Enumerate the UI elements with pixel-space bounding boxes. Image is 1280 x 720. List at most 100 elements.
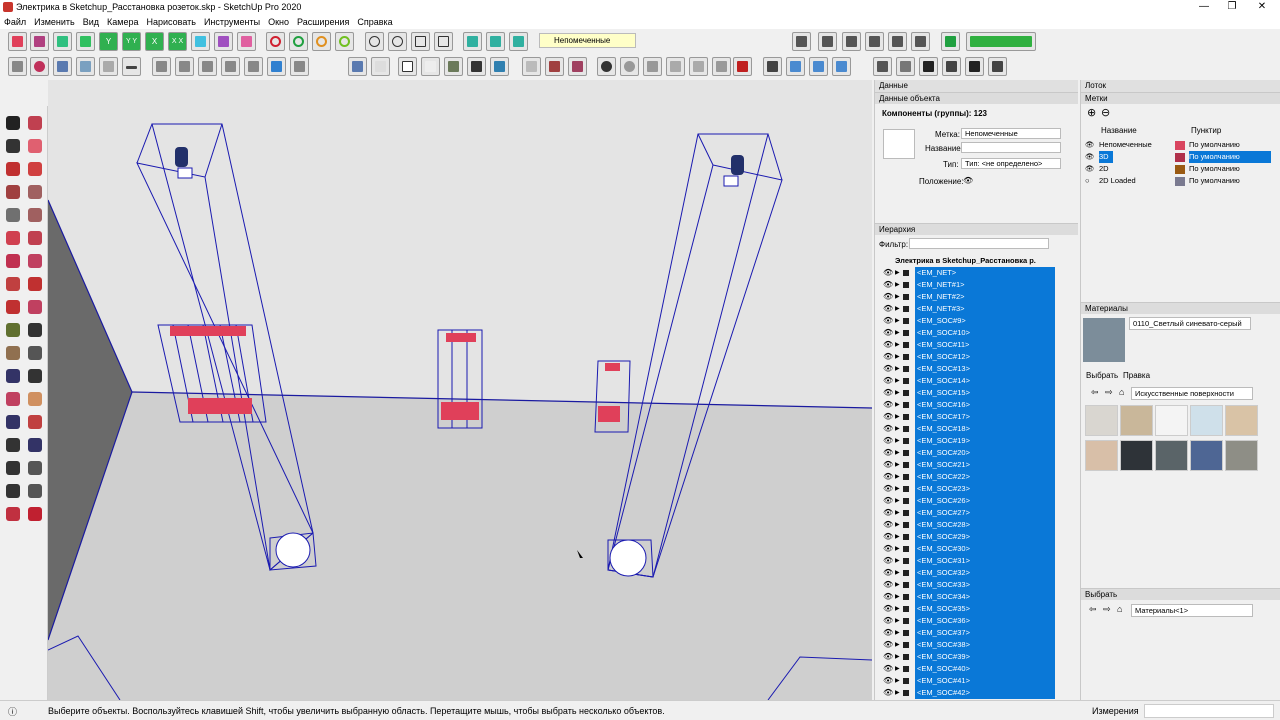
- expand-arrow-icon[interactable]: ▶: [895, 291, 900, 303]
- material-tab-select[interactable]: Выбрать: [1086, 371, 1118, 380]
- expand-horizontal-icon[interactable]: [463, 32, 482, 51]
- axes-tool-icon[interactable]: [941, 32, 960, 51]
- visibility-eye-icon[interactable]: 👁: [963, 176, 973, 185]
- expand-arrow-icon[interactable]: ▶: [895, 675, 900, 687]
- outliner-row[interactable]: 👁 ▶ <EM_SOC#40>: [875, 663, 1055, 675]
- yy-axis-button[interactable]: Y Y: [122, 32, 141, 51]
- curve-red-icon[interactable]: [266, 32, 285, 51]
- tags-header[interactable]: Метки: [1081, 92, 1280, 104]
- outliner-row[interactable]: 👁 ▶ <EM_SOC#19>: [875, 435, 1055, 447]
- menu-view[interactable]: Вид: [83, 15, 99, 29]
- tag-color-swatch[interactable]: [1175, 165, 1185, 174]
- visibility-eye-icon[interactable]: 👁: [883, 603, 893, 615]
- tag-row[interactable]: ○ 2D Loaded По умолчанию: [1081, 175, 1271, 187]
- expand-arrow-icon[interactable]: ▶: [895, 315, 900, 327]
- left-tool-26-icon[interactable]: [26, 390, 44, 408]
- material-library-select[interactable]: Искусственные поверхности: [1131, 387, 1253, 400]
- scene-3-icon[interactable]: [643, 57, 662, 76]
- maximize-button[interactable]: ❐: [1222, 1, 1242, 13]
- left-tool-34-icon[interactable]: [26, 482, 44, 500]
- style-shaded-icon[interactable]: [444, 57, 463, 76]
- visibility-eye-icon[interactable]: 👁: [883, 615, 893, 627]
- tool-c-icon[interactable]: [198, 57, 217, 76]
- expand-arrow-icon[interactable]: ▶: [895, 627, 900, 639]
- select-header[interactable]: Выбрать: [1081, 588, 1280, 600]
- outliner-row[interactable]: 👁 ▶ <EM_SOC#28>: [875, 519, 1055, 531]
- red-square-tool-button[interactable]: [8, 32, 27, 51]
- purple-square-tool-button[interactable]: [30, 32, 49, 51]
- left-tool-30-icon[interactable]: [26, 436, 44, 454]
- circle-cross-2-icon[interactable]: [388, 32, 407, 51]
- menu-extensions[interactable]: Расширения: [297, 15, 349, 29]
- tool-a-icon[interactable]: [152, 57, 171, 76]
- expand-arrow-icon[interactable]: ▶: [895, 471, 900, 483]
- curve-green-icon[interactable]: [289, 32, 308, 51]
- left-tool-25-icon[interactable]: [4, 390, 22, 408]
- tag-row[interactable]: 👁 Непомеченные По умолчанию: [1081, 139, 1271, 151]
- remove-tag-icon[interactable]: ⊖: [1101, 106, 1110, 119]
- visibility-eye-icon[interactable]: 👁: [883, 579, 893, 591]
- section-icon[interactable]: [522, 57, 541, 76]
- outliner-row[interactable]: 👁 ▶ <EM_SOC#14>: [875, 375, 1055, 387]
- outliner-root[interactable]: Электрика в Sketchup_Расстановка р.: [895, 256, 1036, 265]
- dots-icon[interactable]: [122, 57, 141, 76]
- visibility-eye-icon[interactable]: 👁: [883, 435, 893, 447]
- visibility-eye-icon[interactable]: 👁: [883, 531, 893, 543]
- nav-back-icon[interactable]: ⇦: [1089, 604, 1097, 615]
- scene-5-icon[interactable]: [689, 57, 708, 76]
- tag-row[interactable]: 👁 2D По умолчанию: [1081, 163, 1271, 175]
- left-tool-14-icon[interactable]: [26, 252, 44, 270]
- left-tool-1-icon[interactable]: [4, 114, 22, 132]
- visibility-eye-icon[interactable]: 👁: [883, 351, 893, 363]
- visibility-eye-icon[interactable]: 👁: [883, 519, 893, 531]
- left-tool-2-icon[interactable]: [26, 114, 44, 132]
- tool-g-icon[interactable]: [290, 57, 309, 76]
- home-icon[interactable]: ⌂: [1117, 604, 1122, 614]
- scene-4-icon[interactable]: [666, 57, 685, 76]
- outliner-row[interactable]: 👁 ▶ <EM_SOC#37>: [875, 627, 1055, 639]
- outliner-row[interactable]: 👁 ▶ <EM_SOC#21>: [875, 459, 1055, 471]
- pink-tool-button[interactable]: [237, 32, 256, 51]
- left-tool-20-icon[interactable]: [26, 321, 44, 339]
- visibility-eye-icon[interactable]: 👁: [883, 327, 893, 339]
- style-wireframe-icon[interactable]: [398, 57, 417, 76]
- menu-file[interactable]: Файл: [4, 15, 26, 29]
- outliner-row[interactable]: 👁 ▶ <EM_SOC#23>: [875, 483, 1055, 495]
- visibility-eye-icon[interactable]: 👁: [883, 663, 893, 675]
- outliner-row[interactable]: 👁 ▶ <EM_NET#1>: [875, 279, 1055, 291]
- expand-arrow-icon[interactable]: ▶: [895, 603, 900, 615]
- left-tool-11-icon[interactable]: [4, 229, 22, 247]
- outliner-row[interactable]: 👁 ▶ <EM_SOC#10>: [875, 327, 1055, 339]
- style-xray-icon[interactable]: [348, 57, 367, 76]
- menu-camera[interactable]: Камера: [107, 15, 138, 29]
- outliner-row[interactable]: 👁 ▶ <EM_SOC#42>: [875, 687, 1055, 699]
- 3d-viewport[interactable]: [48, 80, 872, 700]
- visibility-eye-icon[interactable]: 👁: [883, 267, 893, 279]
- outliner-row[interactable]: 👁 ▶ <EM_SOC#11>: [875, 339, 1055, 351]
- left-tool-16-icon[interactable]: [26, 275, 44, 293]
- cyan-tool-button[interactable]: [191, 32, 210, 51]
- left-tool-17-icon[interactable]: [4, 298, 22, 316]
- outliner-row[interactable]: 👁 ▶ <EM_SOC#12>: [875, 351, 1055, 363]
- violet-tool-button[interactable]: [214, 32, 233, 51]
- expand-arrow-icon[interactable]: ▶: [895, 483, 900, 495]
- outliner-row[interactable]: 👁 ▶ <EM_SOC#9>: [875, 315, 1055, 327]
- material-swatch[interactable]: [1085, 440, 1118, 471]
- nav-forward-icon[interactable]: ⇨: [1105, 387, 1113, 398]
- xx-axis-button[interactable]: X X: [168, 32, 187, 51]
- visibility-eye-icon[interactable]: 👁: [883, 471, 893, 483]
- section-fill-icon[interactable]: [545, 57, 564, 76]
- expand-arrow-icon[interactable]: ▶: [895, 507, 900, 519]
- expand-arrow-icon[interactable]: ▶: [895, 459, 900, 471]
- left-tool-29-icon[interactable]: [4, 436, 22, 454]
- expand-arrow-icon[interactable]: ▶: [895, 687, 900, 699]
- house-3-icon[interactable]: [965, 57, 984, 76]
- visibility-eye-icon[interactable]: 👁: [883, 555, 893, 567]
- menu-edit[interactable]: Изменить: [34, 15, 75, 29]
- camera-view-3-icon[interactable]: [842, 32, 861, 51]
- outliner-row[interactable]: 👁 ▶ <EM_SOC#22>: [875, 471, 1055, 483]
- style-monochrome-icon[interactable]: [490, 57, 509, 76]
- visibility-eye-icon[interactable]: 👁: [883, 483, 893, 495]
- style-textured-icon[interactable]: [467, 57, 486, 76]
- materials-header[interactable]: Материалы: [1081, 302, 1280, 314]
